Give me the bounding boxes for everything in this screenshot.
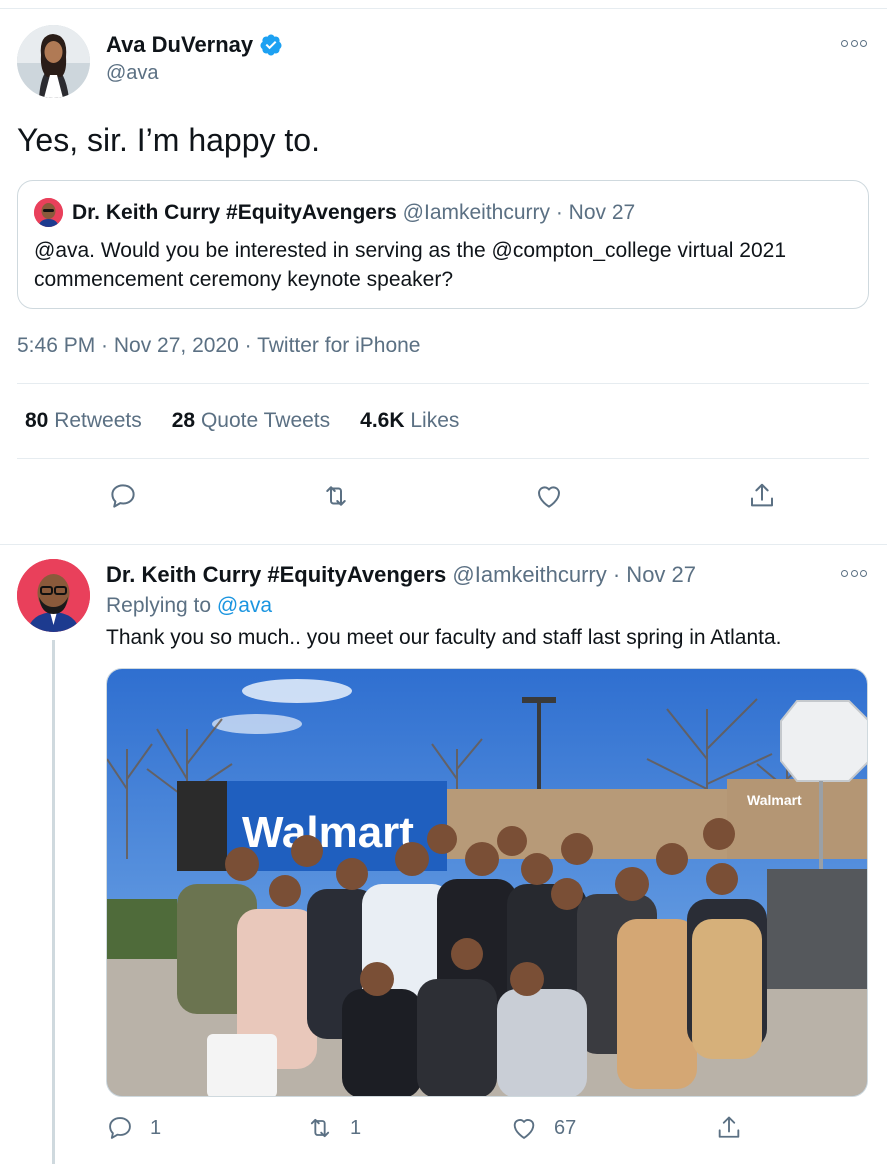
likes-label: Likes xyxy=(410,409,460,432)
author-name[interactable]: Ava DuVernay xyxy=(106,32,253,58)
reply-author-avatar[interactable] xyxy=(17,559,90,632)
attached-photo[interactable]: Walmart Walmart xyxy=(106,668,868,1097)
quoted-author-avatar xyxy=(34,198,63,227)
share-button[interactable] xyxy=(744,478,780,514)
likes-count: 4.6K xyxy=(360,409,405,432)
reply-tweet-retweet-button[interactable]: 1 xyxy=(306,1110,361,1146)
share-icon xyxy=(751,483,773,507)
svg-text:Walmart: Walmart xyxy=(747,792,802,808)
quoted-header: Dr. Keith Curry #EquityAvengers @Iamkeit… xyxy=(72,201,635,225)
reply-icon xyxy=(109,1117,131,1139)
author-handle[interactable]: @ava xyxy=(106,62,159,85)
retweet-button[interactable] xyxy=(318,478,354,514)
author-name-row[interactable]: Ava DuVernay xyxy=(106,32,283,58)
heart-icon xyxy=(538,486,560,508)
retweets-label: Retweets xyxy=(54,409,142,432)
likes-stat[interactable]: 4.6K Likes xyxy=(360,409,459,433)
like-count: 67 xyxy=(554,1116,577,1139)
reply-author-name[interactable]: Dr. Keith Curry #EquityAvengers xyxy=(106,562,446,587)
divider xyxy=(0,544,887,545)
more-options-icon[interactable] xyxy=(841,36,867,50)
retweet-icon xyxy=(310,1118,330,1138)
quote-tweets-stat[interactable]: 28 Quote Tweets xyxy=(172,409,330,433)
reply-tweet-share-button[interactable] xyxy=(715,1110,743,1146)
quoted-author-name: Dr. Keith Curry #EquityAvengers xyxy=(72,201,397,224)
retweet-count: 1 xyxy=(350,1116,362,1139)
retweet-icon xyxy=(326,486,346,506)
reply-tweet-reply-button[interactable]: 1 xyxy=(106,1110,161,1146)
tweet-timestamp[interactable]: 5:46 PM · Nov 27, 2020 · xyxy=(17,334,257,357)
tweet-text: Yes, sir. I’m happy to. xyxy=(17,122,320,158)
tweet-metadata: 5:46 PM · Nov 27, 2020 · Twitter for iPh… xyxy=(17,334,420,358)
reply-more-options-icon[interactable] xyxy=(841,566,867,580)
reply-text: Thank you so much.. you meet our faculty… xyxy=(106,626,782,649)
retweets-stat[interactable]: 80 Retweets xyxy=(25,409,142,433)
reply-count: 1 xyxy=(150,1116,162,1139)
verified-badge-icon xyxy=(260,34,282,56)
reply-button[interactable] xyxy=(105,478,141,514)
quoted-tweet-card[interactable]: Dr. Keith Curry #EquityAvengers @Iamkeit… xyxy=(17,180,869,309)
quoted-text: @ava. Would you be interested in serving… xyxy=(34,239,787,291)
tweet-action-bar xyxy=(0,478,887,514)
replying-to-mention[interactable]: @ava xyxy=(217,594,272,617)
share-icon xyxy=(718,1116,740,1138)
reply-header: Dr. Keith Curry #EquityAvengers @Iamkeit… xyxy=(106,562,696,588)
quote-tweets-label: Quote Tweets xyxy=(200,409,331,432)
reply-action-bar: 1 1 67 xyxy=(0,1110,887,1146)
retweets-count: 80 xyxy=(25,409,49,432)
divider xyxy=(17,383,869,384)
author-avatar[interactable] xyxy=(17,25,90,98)
like-button[interactable] xyxy=(531,478,567,514)
reply-icon xyxy=(111,484,135,508)
quote-tweets-count: 28 xyxy=(171,409,196,432)
divider xyxy=(17,458,869,459)
heart-icon xyxy=(513,1119,535,1139)
top-divider xyxy=(0,8,887,9)
tweet-source-link[interactable]: Twitter for iPhone xyxy=(257,334,420,357)
photo-walmart-sign: Walmart xyxy=(242,808,414,857)
replying-to-prefix: Replying to xyxy=(106,594,217,617)
reply-handle-date[interactable]: @Iamkeithcurry · Nov 27 xyxy=(446,562,696,587)
thread-connector xyxy=(52,640,55,1164)
quoted-handle-date: @Iamkeithcurry · Nov 27 xyxy=(396,201,636,224)
replying-to-line: Replying to @ava xyxy=(106,594,272,618)
engagement-stats: 80 Retweets 28 Quote Tweets 4.6K Likes xyxy=(25,409,459,433)
reply-tweet-like-button[interactable]: 67 xyxy=(510,1110,576,1146)
